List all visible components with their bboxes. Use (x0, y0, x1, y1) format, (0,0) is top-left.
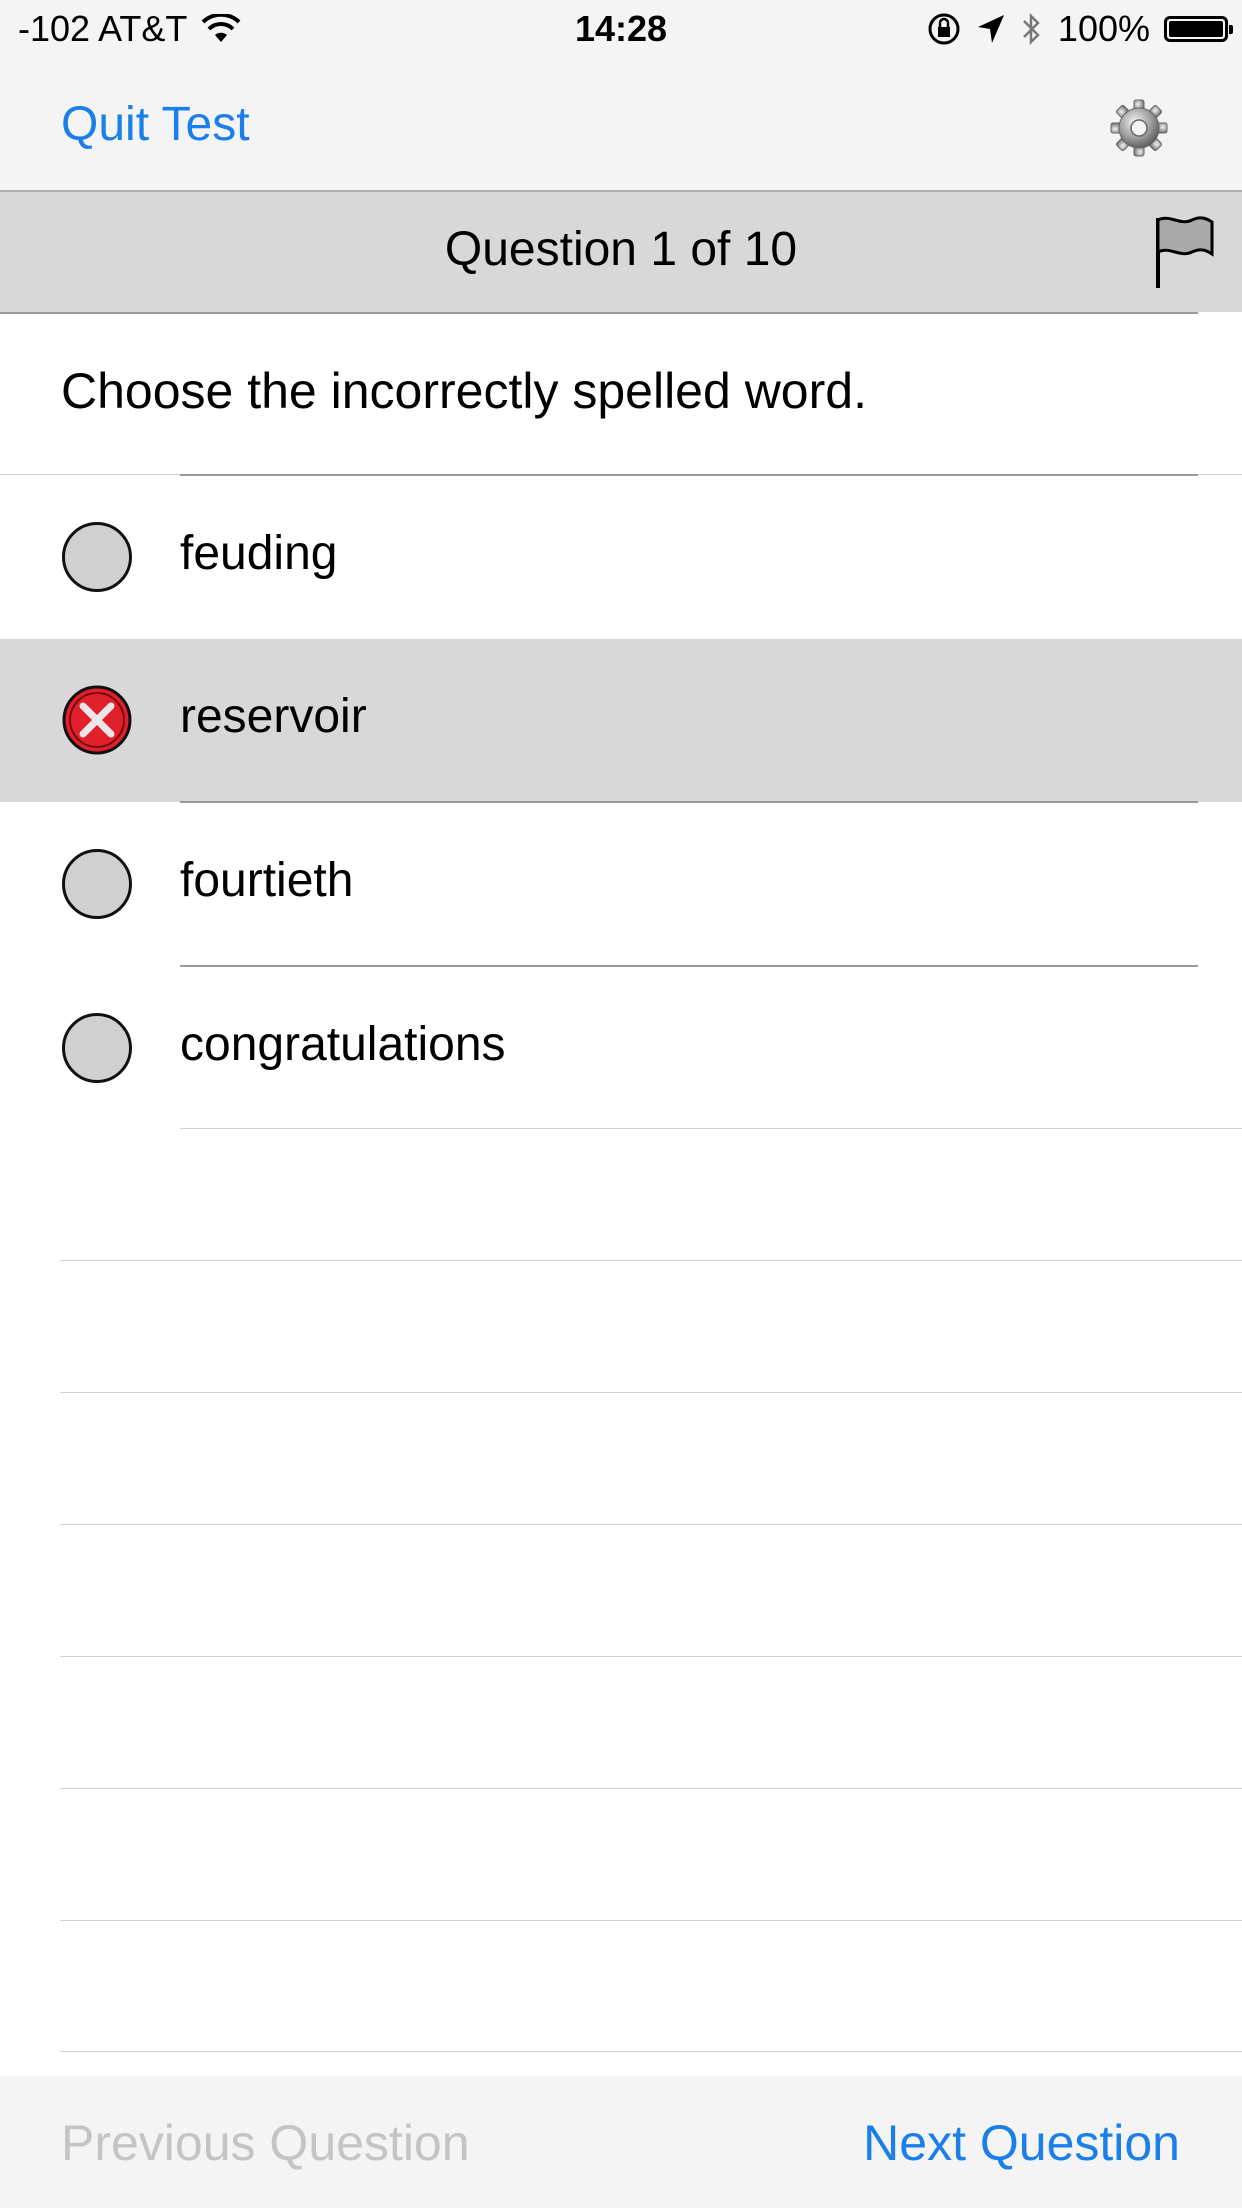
answer-option-2[interactable]: reservoir (0, 639, 1242, 802)
orientation-lock-icon (928, 13, 960, 45)
question-text: Choose the incorrectly spelled word. (61, 363, 867, 419)
answer-label: reservoir (180, 690, 367, 743)
bottom-toolbar: Previous Question Next Question (0, 2076, 1242, 2208)
radio-button[interactable] (62, 1013, 132, 1083)
battery-icon (1164, 16, 1233, 42)
empty-row-divider (60, 1392, 1242, 1393)
empty-row-divider (60, 1788, 1242, 1789)
empty-row-divider (60, 1260, 1242, 1261)
battery-percent: 100% (1057, 8, 1150, 49)
answer-label: fourtieth (180, 854, 354, 907)
bluetooth-icon (1023, 12, 1040, 46)
nav-bar: Quit Test (0, 62, 1242, 192)
question-counter: Question 1 of 10 (444, 223, 798, 276)
flag-icon[interactable] (1152, 214, 1216, 290)
next-question-button[interactable]: Next Question (863, 2114, 1180, 2172)
header-divider (0, 312, 1198, 314)
empty-row-divider (60, 2051, 1242, 2052)
divider (180, 1128, 1242, 1129)
radio-button[interactable] (62, 522, 132, 592)
answer-option-3[interactable]: fourtieth (0, 803, 1242, 966)
answer-option-4[interactable]: congratulations (0, 967, 1242, 1130)
empty-row-divider (60, 1524, 1242, 1525)
empty-row-divider (60, 1656, 1242, 1657)
location-arrow-icon (977, 15, 1004, 43)
status-bar: -102 AT&T 14:28 100% (0, 0, 1242, 62)
quit-test-button[interactable]: Quit Test (61, 97, 250, 152)
gear-icon[interactable] (1108, 97, 1170, 159)
question-header: Question 1 of 10 (0, 192, 1242, 312)
incorrect-x-icon[interactable] (62, 685, 132, 755)
previous-question-button[interactable]: Previous Question (61, 2114, 470, 2172)
answer-label: feuding (180, 527, 338, 580)
answer-label: congratulations (180, 1018, 506, 1071)
answer-option-1[interactable]: feuding (0, 476, 1242, 639)
radio-button[interactable] (62, 849, 132, 919)
status-right: 100% (926, 8, 1233, 50)
empty-row-divider (60, 1920, 1242, 1921)
